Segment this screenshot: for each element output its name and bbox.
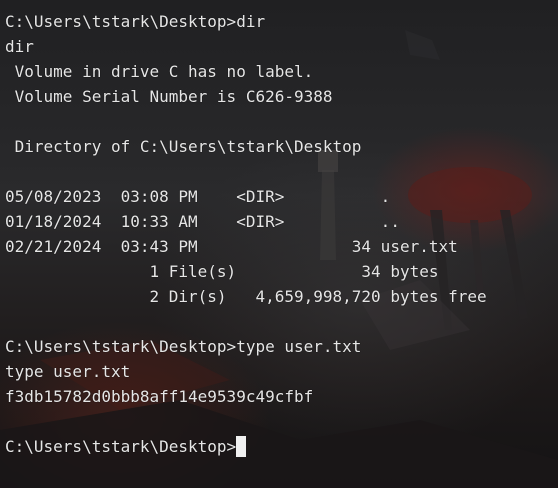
terminal-line: 01/18/2024 10:33 AM <DIR> .. bbox=[5, 212, 400, 231]
terminal-line: 1 File(s) 34 bytes bbox=[5, 262, 439, 281]
terminal-line: Directory of C:\Users\tstark\Desktop bbox=[5, 137, 362, 156]
terminal-line: 02/21/2024 03:43 PM 34 user.txt bbox=[5, 237, 458, 256]
terminal-window[interactable]: C:\Users\tstark\Desktop>dir dir Volume i… bbox=[0, 0, 558, 488]
prompt-line[interactable]: C:\Users\tstark\Desktop> bbox=[5, 434, 487, 459]
terminal-line: Volume Serial Number is C626-9388 bbox=[5, 87, 333, 106]
terminal-line: dir bbox=[5, 37, 34, 56]
terminal-output: C:\Users\tstark\Desktop>dir dir Volume i… bbox=[5, 9, 487, 459]
terminal-line: 05/08/2023 03:08 PM <DIR> . bbox=[5, 187, 391, 206]
command-prompt: C:\Users\tstark\Desktop> bbox=[5, 437, 237, 456]
terminal-line: 2 Dir(s) 4,659,998,720 bytes free bbox=[5, 287, 487, 306]
terminal-line: C:\Users\tstark\Desktop>type user.txt bbox=[5, 337, 362, 356]
text-cursor bbox=[236, 436, 247, 457]
terminal-line: Volume in drive C has no label. bbox=[5, 62, 314, 81]
terminal-line: C:\Users\tstark\Desktop>dir bbox=[5, 12, 266, 31]
terminal-line: f3db15782d0bbb8aff14e9539c49cfbf bbox=[5, 387, 314, 406]
terminal-line: type user.txt bbox=[5, 362, 131, 381]
